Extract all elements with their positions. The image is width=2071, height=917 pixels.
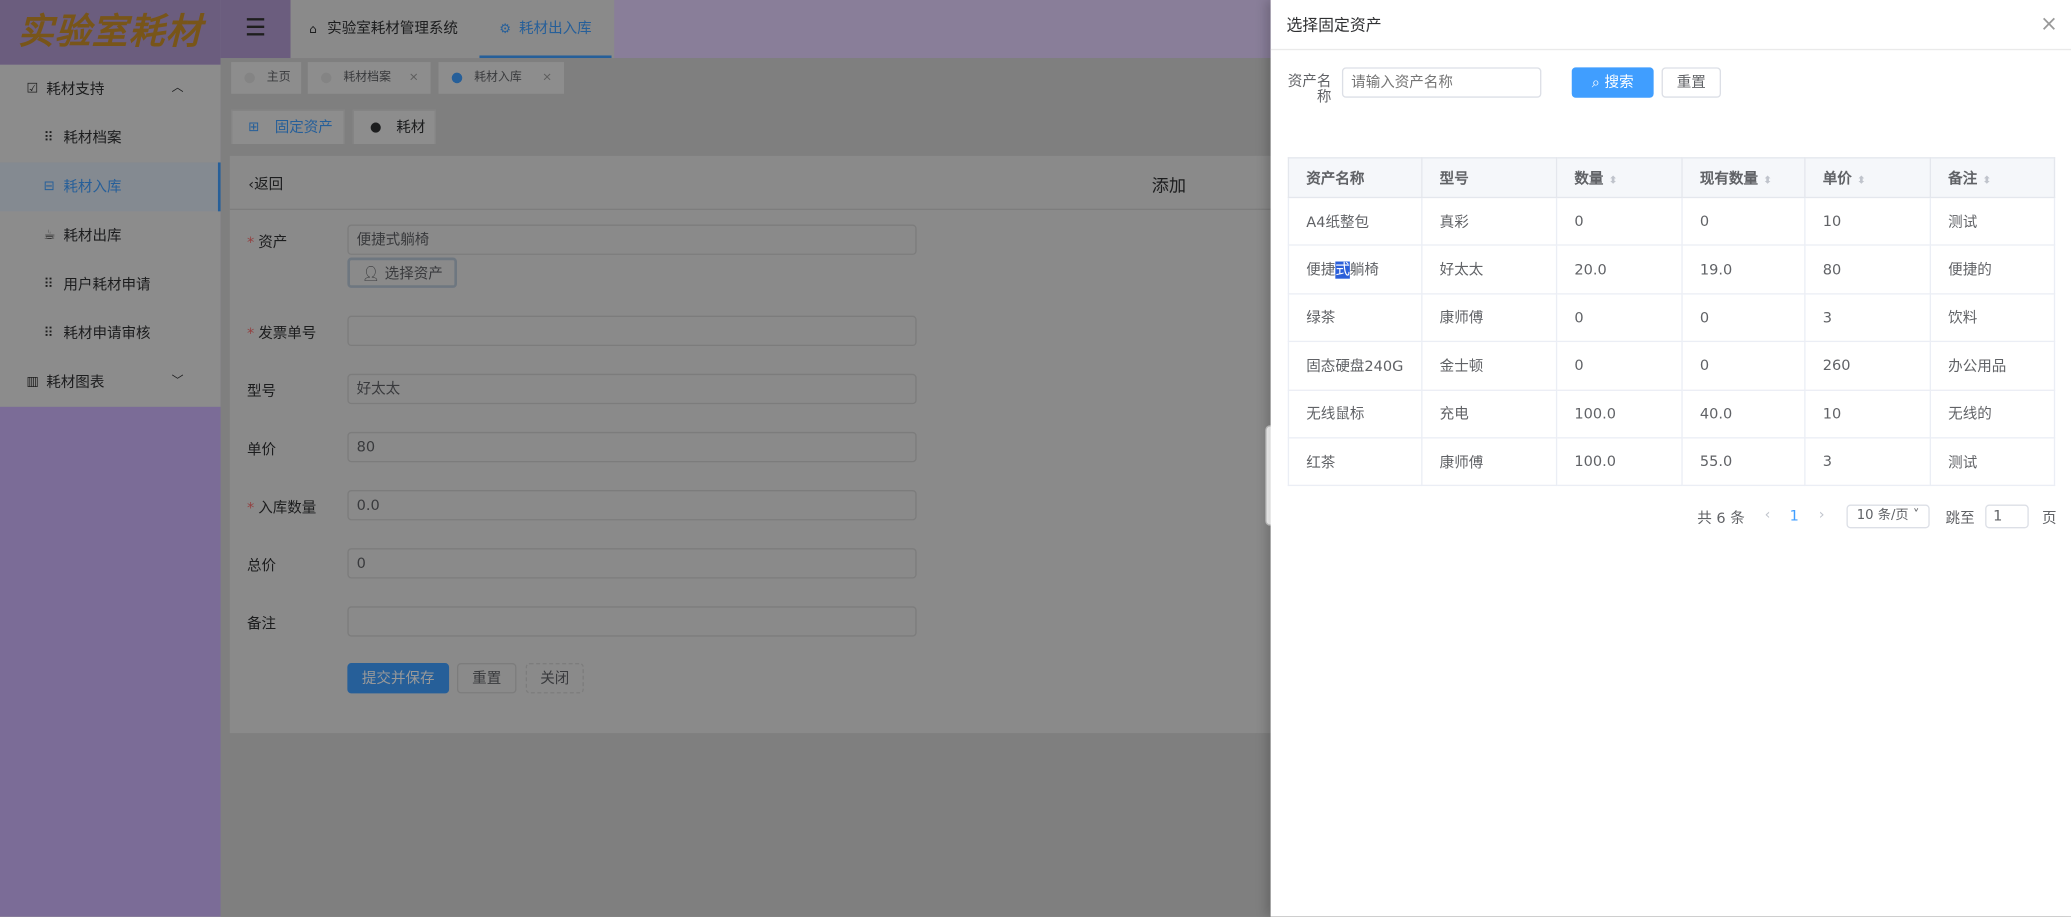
asset-name-search-input[interactable]	[1341, 67, 1542, 98]
jump-input[interactable]: 1	[1985, 504, 2029, 529]
table-row[interactable]: 便捷式躺椅 好太太 20.0 19.0 80 便捷的	[1287, 244, 2056, 295]
table-row[interactable]: A4纸整包 真彩 0 0 10 测试	[1287, 196, 2056, 247]
table-cell: 100.0	[1555, 389, 1683, 439]
sort-icon: ⬍	[1763, 173, 1773, 186]
col-price[interactable]: 单价 ⬍	[1804, 157, 1932, 199]
table-cell: 便捷的	[1929, 244, 2056, 295]
table-cell: 测试	[1929, 437, 2056, 487]
select-asset-drawer: 选择固定资产 × 资产名称 ⌕ 搜索 重置 资产名称 型号 数量⬍ 现有数量⬍ …	[1270, 0, 2071, 917]
table-cell: 3	[1804, 437, 1932, 487]
table-cell: 100.0	[1555, 437, 1683, 487]
chevron-down-icon: ˅	[1908, 508, 1920, 524]
table-cell: 充电	[1421, 389, 1558, 439]
table-cell: 55.0	[1681, 437, 1806, 487]
table-row[interactable]: 无线鼠标 充电 100.0 40.0 10 无线的	[1287, 389, 2056, 439]
table-cell: 260	[1804, 340, 1932, 391]
divider	[1270, 48, 2071, 51]
table-cell: 19.0	[1681, 244, 1806, 295]
table-cell: 康师傅	[1421, 437, 1558, 487]
table-cell: 金士顿	[1421, 340, 1558, 391]
table-cell: 好太太	[1421, 244, 1558, 295]
table-cell: 0	[1681, 340, 1806, 391]
asset-table: 资产名称 型号 数量 ⬍ 现有数量 ⬍ 单价 ⬍ 备注 ⬍ A4纸整包 真彩 0 0 10 测试便…	[1287, 157, 2056, 487]
table-cell: A4纸整包	[1287, 196, 1423, 247]
search-button[interactable]: ⌕ 搜索	[1571, 67, 1654, 98]
table-cell: 0	[1555, 340, 1683, 391]
next-page-icon[interactable]: ›	[1819, 506, 1825, 523]
text-selection: 式	[1335, 261, 1350, 279]
close-icon[interactable]: ×	[2040, 11, 2058, 36]
table-cell: 3	[1804, 292, 1932, 343]
app: 实验室耗材 ☑ 耗材支持 ︿ ⠿ 耗材档案 ⊟ 耗材入库 ☕ 耗材出库 ⠿ 用户耗材申请 ⠿…	[0, 0, 2071, 917]
jump-label: 跳至	[1945, 509, 1975, 527]
col-remark[interactable]: 备注 ⬍	[1929, 157, 2056, 199]
table-row[interactable]: 固态硬盘240G 金士顿 0 0 260 办公用品	[1287, 340, 2056, 391]
table-cell: 饮料	[1929, 292, 2056, 343]
table-header: 资产名称 型号 数量 ⬍ 现有数量 ⬍ 单价 ⬍ 备注 ⬍	[1287, 157, 2056, 199]
table-cell: 10	[1804, 196, 1932, 247]
table-row[interactable]: 红茶 康师傅 100.0 55.0 3 测试	[1287, 437, 2056, 487]
table-cell: 无线鼠标	[1287, 389, 1423, 439]
search-label: 资产名称	[1287, 72, 1332, 106]
table-cell: 0	[1555, 196, 1683, 247]
table-row[interactable]: 绿茶 康师傅 0 0 3 饮料	[1287, 292, 2056, 343]
table-cell: 办公用品	[1929, 340, 2056, 391]
col-current-quantity[interactable]: 现有数量 ⬍	[1681, 157, 1806, 199]
table-cell: 固态硬盘240G	[1287, 340, 1423, 391]
page-suffix: 页	[2041, 509, 2057, 527]
table-cell: 真彩	[1421, 196, 1558, 247]
table-cell: 80	[1804, 244, 1932, 295]
table-cell: 0	[1681, 292, 1806, 343]
table-cell: 10	[1804, 389, 1932, 439]
table-cell: 0	[1555, 292, 1683, 343]
page-size-select[interactable]: 10 条/页 ˅	[1846, 504, 1930, 529]
table-cell: 康师傅	[1421, 292, 1558, 343]
page-1[interactable]: 1	[1790, 507, 1799, 524]
col-quantity[interactable]: 数量 ⬍	[1555, 157, 1683, 199]
table-cell: 无线的	[1929, 389, 2056, 439]
drawer-title: 选择固定资产	[1286, 15, 1382, 35]
table-cell: 40.0	[1681, 389, 1806, 439]
prev-page-icon[interactable]: ‹	[1765, 506, 1771, 523]
table-cell: 绿茶	[1287, 292, 1423, 343]
pagination-total: 共 6 条	[1697, 509, 1745, 527]
reset-search-button[interactable]: 重置	[1661, 67, 1722, 98]
col-model: 型号	[1421, 157, 1558, 199]
col-name: 资产名称	[1287, 157, 1423, 199]
table-cell: 20.0	[1555, 244, 1683, 295]
table-cell: 便捷式躺椅	[1287, 244, 1423, 295]
search-icon: ⌕	[1591, 73, 1605, 92]
table-cell: 0	[1681, 196, 1806, 247]
table-cell: 测试	[1929, 196, 2056, 247]
sort-icon: ⬍	[1608, 173, 1618, 186]
sort-icon: ⬍	[1857, 173, 1866, 186]
table-cell: 红茶	[1287, 437, 1423, 487]
sort-icon: ⬍	[1982, 173, 1992, 186]
